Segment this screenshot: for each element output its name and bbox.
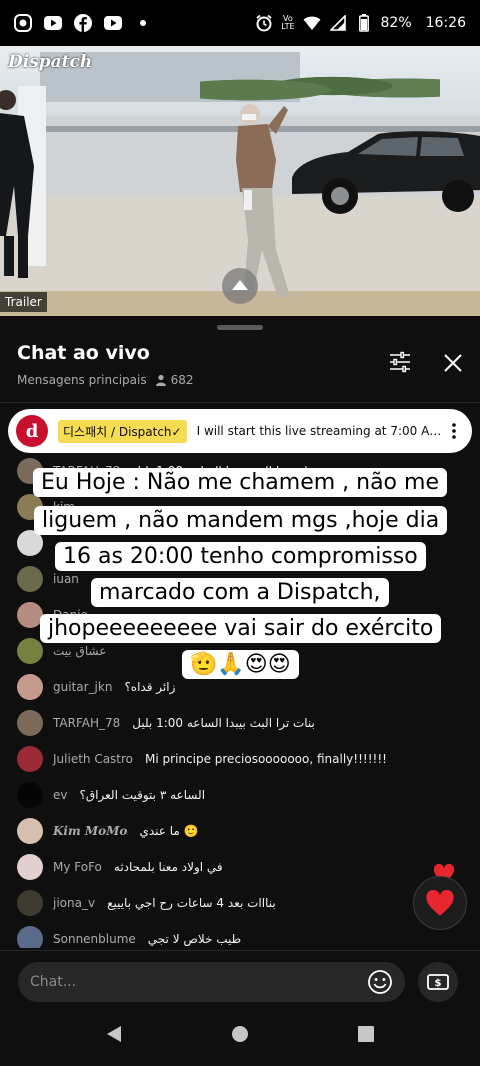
user-avatar[interactable] — [17, 926, 43, 948]
message-text: الساعه ٣ بتوقيت العراق؟ — [79, 788, 206, 802]
header-divider — [0, 402, 480, 403]
signal-icon — [329, 14, 347, 32]
chat-input[interactable] — [30, 974, 367, 990]
smiley-icon — [368, 970, 392, 994]
message-author[interactable]: My FoFo — [53, 860, 102, 874]
youtube-icon — [44, 14, 62, 32]
dispatch-watermark: Dispatch — [8, 52, 93, 72]
notification-dot-icon — [134, 14, 152, 32]
alarm-icon — [255, 14, 273, 32]
channel-avatar: d — [16, 415, 48, 447]
reaction-button[interactable] — [413, 876, 467, 930]
chat-message[interactable]: TARFAH_78 بنات ترا البث بيبدا الساعه 1:00… — [17, 708, 315, 738]
caption-line: Eu Hoje : Não me chamem , não me — [33, 468, 447, 497]
caption-line: 🫡🙏😍😍 — [182, 650, 299, 679]
chat-message[interactable]: Sonnenblume طيب خلاص لا تجي — [17, 924, 241, 948]
volte-indicator: Vo LTE — [281, 14, 295, 31]
message-author[interactable]: iuan — [53, 572, 79, 586]
close-icon — [444, 354, 462, 372]
user-avatar[interactable] — [17, 710, 43, 736]
channel-badge[interactable]: 디스패치 / Dispatch✓ — [58, 419, 187, 443]
chat-message[interactable]: Julieth Castro Mi principe preciosooooooo… — [17, 744, 387, 774]
user-avatar[interactable] — [17, 638, 43, 664]
caption-line: liguem , não mandem mgs ,hoje dia — [34, 506, 448, 535]
message-text: بنات ترا البث بيبدا الساعه 1:00 بليل — [132, 716, 315, 730]
chat-message[interactable]: guitar_jkn زائر قداه؟ — [17, 672, 175, 702]
super-chat-icon: $ — [427, 974, 449, 990]
home-circle-icon — [232, 1026, 248, 1042]
battery-icon — [355, 14, 373, 32]
viewer-count: 682 — [155, 373, 194, 387]
chat-input-box[interactable] — [18, 962, 405, 1002]
battery-percent: 82% — [380, 15, 412, 31]
chat-mode-selector[interactable]: Mensagens principais 682 — [17, 373, 194, 387]
emoji-button[interactable] — [367, 969, 393, 995]
person-icon — [155, 374, 166, 386]
caption-line: jhopeeeeeeeee vai sair do exército — [40, 614, 442, 643]
more-vert-icon — [452, 423, 456, 439]
user-avatar[interactable] — [17, 566, 43, 592]
trailer-label: Trailer — [0, 292, 47, 312]
recents-square-icon — [358, 1026, 374, 1042]
pinned-message[interactable]: d 디스패치 / Dispatch✓ I will start this liv… — [8, 409, 472, 453]
video-player[interactable]: Dispatch Trailer — [0, 46, 480, 316]
video-scene-bodyguard — [0, 90, 34, 278]
caption-line: 16 as 20:00 tenho compromisso — [55, 542, 426, 571]
user-avatar[interactable] — [17, 746, 43, 772]
message-author[interactable]: Sonnenblume — [53, 932, 136, 946]
user-avatar[interactable] — [17, 818, 43, 844]
chat-settings-button[interactable] — [388, 350, 412, 374]
viewer-count-value: 682 — [170, 373, 194, 387]
screen-record-icon — [14, 14, 32, 32]
tune-icon — [390, 351, 410, 373]
message-author[interactable]: jiona_v — [53, 896, 95, 910]
pinned-message-text: I will start this live streaming at 7:00… — [196, 424, 444, 438]
chat-message[interactable]: Kim MoMo ما عندي 🙂 — [17, 816, 199, 846]
message-author[interactable]: TARFAH_78 — [53, 716, 120, 730]
message-text: ما عندي 🙂 — [139, 824, 199, 838]
video-scene-car — [292, 131, 480, 214]
facebook-icon — [74, 14, 92, 32]
user-avatar[interactable] — [17, 674, 43, 700]
chat-title: Chat ao vivo — [17, 342, 150, 364]
user-avatar[interactable] — [17, 890, 43, 916]
back-triangle-icon — [107, 1026, 121, 1042]
close-chat-button[interactable] — [442, 352, 464, 374]
clock: 16:26 — [425, 15, 466, 31]
message-text: زائر قداه؟ — [124, 680, 176, 694]
user-avatar[interactable] — [17, 782, 43, 808]
chat-mode-label: Mensagens principais — [17, 373, 147, 387]
chat-message[interactable]: My FoFo في اولاد معنا بلمحادثه — [17, 852, 223, 882]
back-button[interactable] — [105, 1025, 123, 1047]
chat-message[interactable]: ev الساعه ٣ بتوقيت العراق؟ — [17, 780, 205, 810]
super-chat-button[interactable]: $ — [418, 962, 458, 1002]
message-text: في اولاد معنا بلمحادثه — [113, 860, 223, 874]
input-divider — [0, 950, 480, 951]
message-author[interactable]: ev — [53, 788, 67, 802]
more-options-button[interactable] — [444, 423, 464, 439]
wifi-icon — [303, 14, 321, 32]
message-author[interactable]: عشاق بيت — [53, 644, 106, 658]
youtube-icon — [104, 14, 122, 32]
message-author[interactable]: guitar_jkn — [53, 680, 112, 694]
message-text: طيب خلاص لا تجي — [147, 932, 242, 946]
message-text: بنااات بعد 4 ساعات رح اجي بايييع — [107, 896, 276, 910]
drag-handle[interactable] — [217, 325, 263, 330]
play-button[interactable] — [222, 268, 258, 304]
svg-text:$: $ — [435, 978, 442, 989]
message-author[interactable]: Kim MoMo — [53, 824, 127, 838]
home-button[interactable] — [231, 1025, 249, 1047]
message-text: Mi principe preciosooooooo, finally!!!!!… — [145, 752, 387, 766]
chat-message[interactable]: jiona_v بنااات بعد 4 ساعات رح اجي بايييع — [17, 888, 276, 918]
arrow-up-icon — [232, 280, 248, 290]
caption-line: marcado com a Dispatch, — [91, 578, 389, 607]
user-avatar[interactable] — [17, 854, 43, 880]
message-author[interactable]: Julieth Castro — [53, 752, 133, 766]
status-bar: Vo LTE 82% 16:26 — [0, 0, 480, 46]
recents-button[interactable] — [357, 1025, 375, 1047]
heart-icon — [426, 889, 454, 916]
system-nav-bar — [0, 1006, 480, 1066]
live-chat-panel: Chat ao vivo Mensagens principais 682 d … — [0, 316, 480, 1006]
